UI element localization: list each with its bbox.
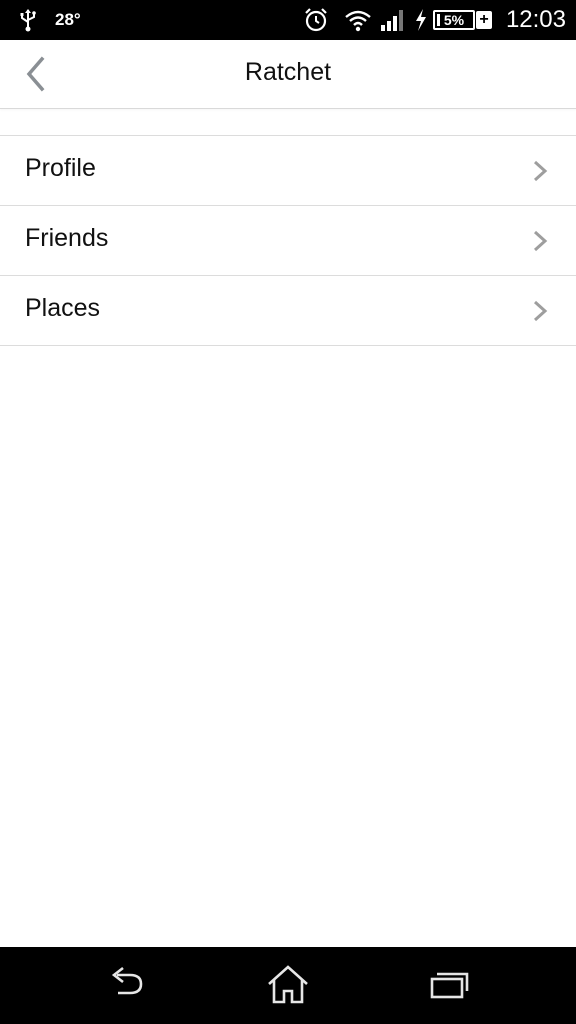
back-icon	[111, 966, 143, 995]
alarm-icon	[305, 8, 327, 32]
page-title: Ratchet	[244, 58, 332, 86]
system-home-button[interactable]	[264, 963, 312, 1007]
chevron-right-icon	[533, 230, 548, 252]
signal-icon	[381, 10, 403, 31]
system-recent-apps-button[interactable]	[424, 963, 472, 1007]
list-item-label: Friends	[25, 224, 109, 252]
system-navigation-bar	[0, 947, 576, 1024]
table-view: Profile Friends Places	[0, 135, 576, 346]
battery-percent-text: 5%	[443, 12, 465, 28]
battery-icon: 5%	[433, 10, 475, 30]
list-item-friends[interactable]: Friends	[0, 206, 576, 276]
recent-apps-icon	[430, 972, 469, 999]
navigation-bar: Ratchet	[0, 40, 576, 109]
list-item-places[interactable]: Places	[0, 276, 576, 346]
home-icon	[268, 965, 308, 1004]
clock-time: 12:03	[505, 6, 566, 33]
status-bar: 28° 5% + 12:03	[0, 0, 576, 40]
usb-icon	[20, 9, 36, 32]
wifi-icon	[345, 10, 371, 32]
system-back-button[interactable]	[104, 963, 152, 1007]
charging-bolt-icon	[416, 9, 426, 31]
battery-plus-icon: +	[476, 11, 492, 29]
list-item-label: Profile	[25, 154, 96, 182]
list-item-profile[interactable]: Profile	[0, 136, 576, 206]
screen: 28° 5% + 12:03 Ratchet Profile Friends P…	[0, 0, 576, 1024]
chevron-right-icon	[533, 160, 548, 182]
temperature-text: 28°	[55, 10, 81, 29]
chevron-right-icon	[533, 300, 548, 322]
list-item-label: Places	[25, 294, 101, 322]
